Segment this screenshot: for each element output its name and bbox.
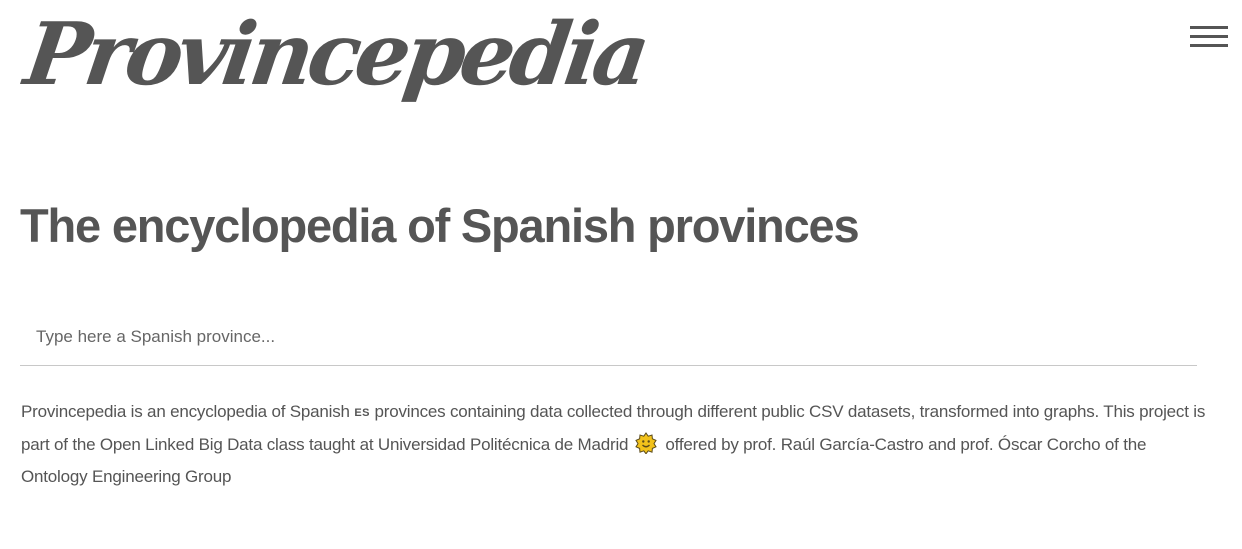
site-logo[interactable]: Provincepedia (19, 4, 651, 105)
professor-link-raul[interactable]: Raúl García-Castro (781, 435, 924, 454)
description-text-1: Provincepedia is an encyclopedia of Span… (21, 402, 355, 421)
hamburger-menu-icon[interactable] (1187, 24, 1229, 50)
page-title: The encyclopedia of Spanish provinces (20, 199, 860, 252)
description-text-4: and prof. (923, 435, 998, 454)
university-link[interactable]: Universidad Politécnica de Madrid (378, 435, 629, 454)
project-description: Provincepedia is an encyclopedia of Span… (21, 396, 1211, 493)
search-container (20, 318, 1197, 366)
menu-bar-bottom (1190, 44, 1228, 47)
page: Provincepedia The encyclopedia of Spanis… (0, 0, 1242, 549)
spain-flag-icon: ES (354, 407, 370, 419)
menu-bar-middle (1190, 35, 1228, 38)
upm-emblem-icon (635, 432, 657, 454)
professor-link-oscar[interactable]: Óscar Corcho (998, 435, 1101, 454)
province-search-input[interactable] (20, 318, 1197, 356)
description-text-5: of the (1100, 435, 1147, 454)
menu-bar-top (1190, 26, 1228, 29)
ontology-group-link[interactable]: Ontology Engineering Group (21, 467, 231, 486)
description-text-3: offered by prof. (660, 435, 781, 454)
